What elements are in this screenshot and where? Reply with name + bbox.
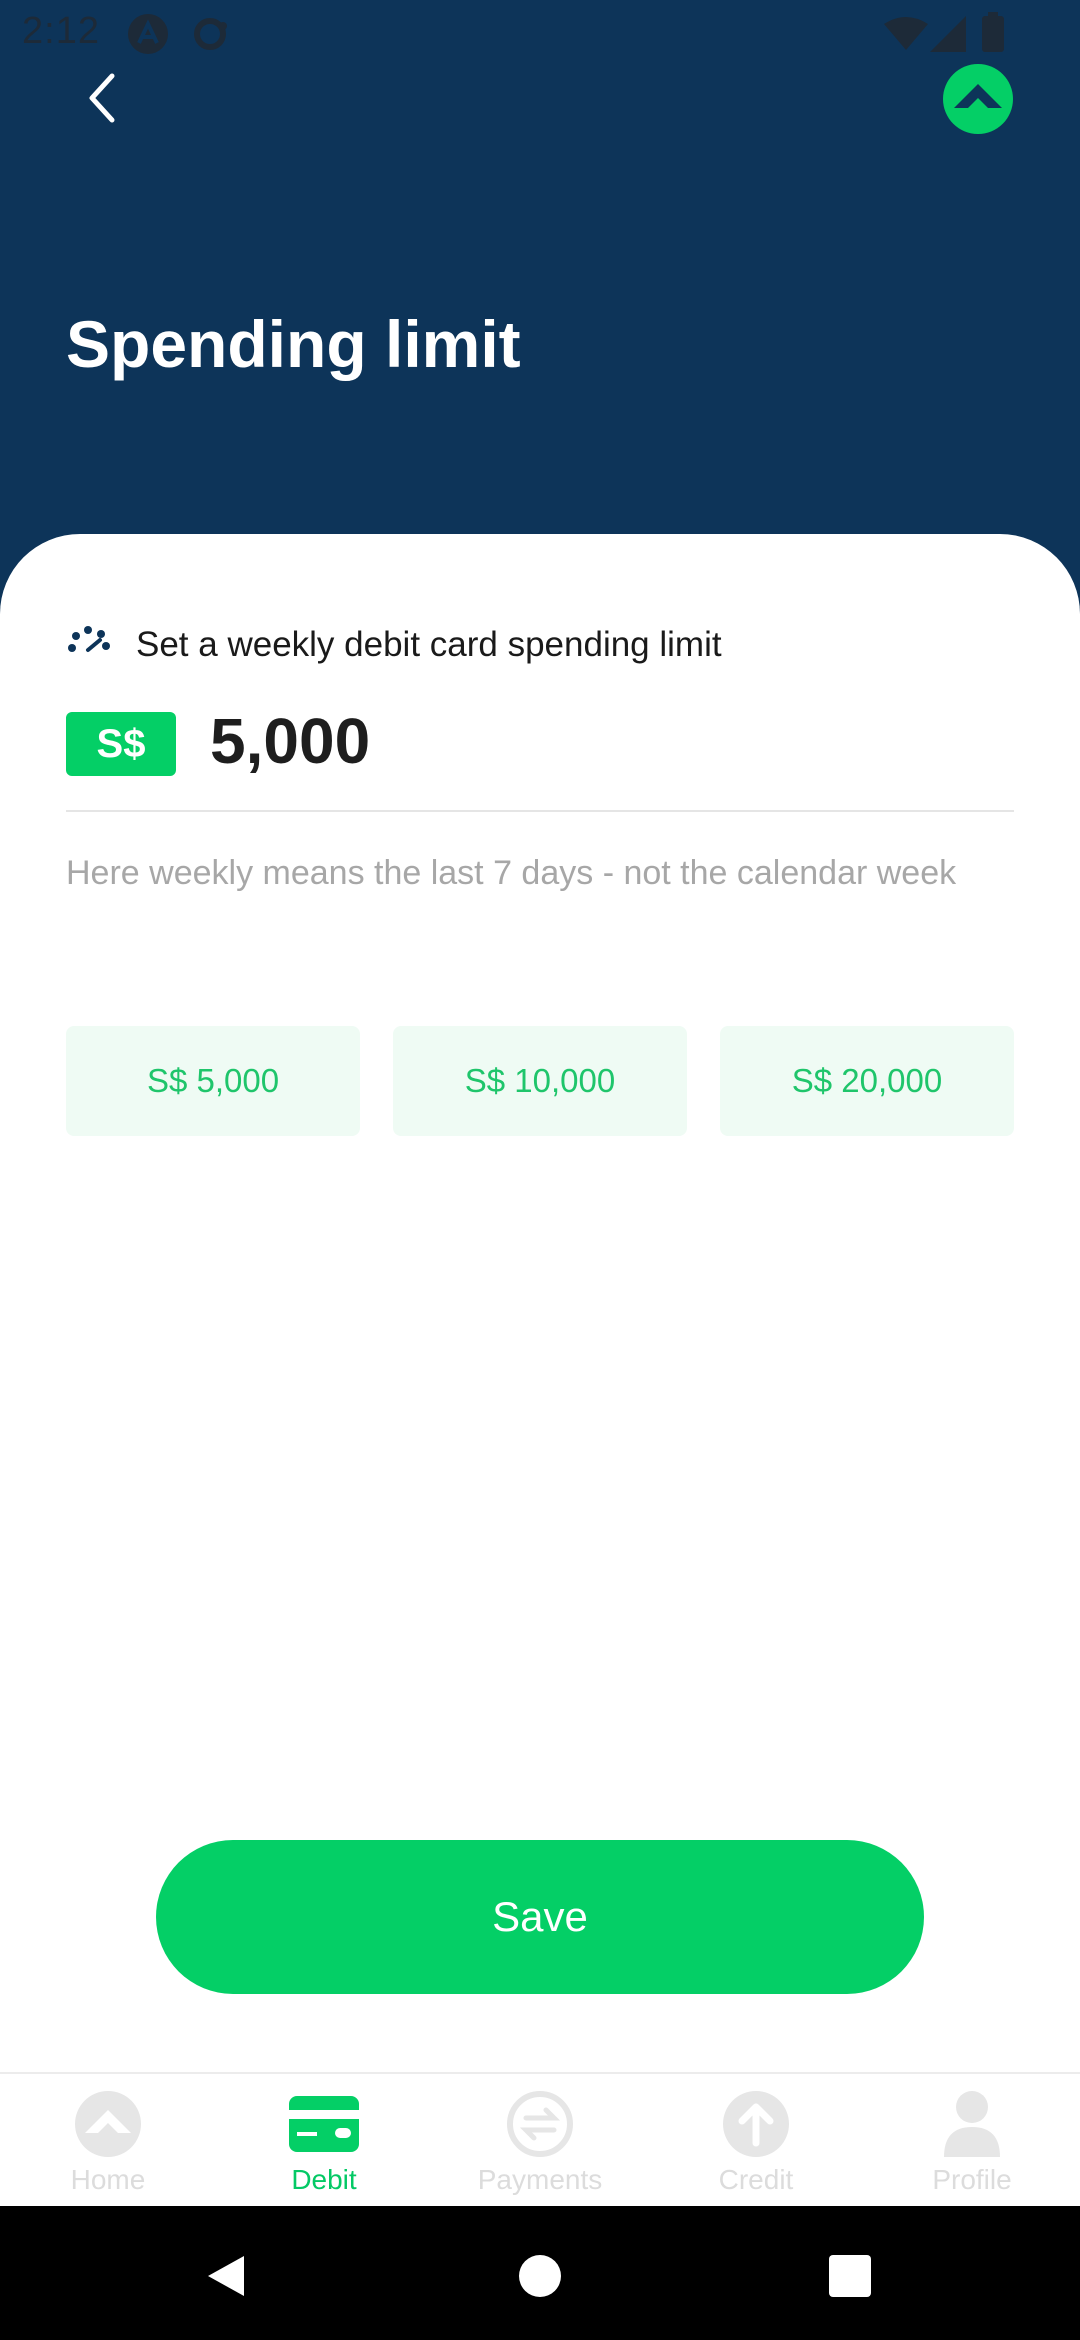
preset-10000-button[interactable]: S$ 10,000 [393, 1026, 687, 1136]
sync-icon [190, 14, 230, 59]
nav-label-home: Home [70, 2164, 146, 2195]
square-recents-icon [829, 2255, 871, 2297]
nav-label-debit: Debit [291, 2164, 357, 2195]
preset-20000-button[interactable]: S$ 20,000 [720, 1026, 1014, 1136]
home-icon [72, 2088, 144, 2160]
save-button[interactable]: Save [156, 1840, 924, 1994]
payments-icon [504, 2088, 576, 2160]
page-title: Spending limit [66, 307, 521, 381]
amount-row: S$ 5,000 [66, 705, 1014, 812]
helper-text: Here weekly means the last 7 days - not … [66, 854, 957, 892]
bottom-nav: Home Debit Payments Credit Profile [0, 2072, 1080, 2206]
nav-item-debit[interactable]: Debit [216, 2074, 432, 2208]
system-home-button[interactable] [500, 2236, 580, 2316]
debit-card-icon [288, 2088, 360, 2160]
content-card: Set a weekly debit card spending limit S… [0, 534, 1080, 2074]
amount-input[interactable]: 5,000 [210, 704, 370, 778]
nav-item-payments[interactable]: Payments [432, 2074, 648, 2208]
brand-logo [940, 64, 1016, 134]
back-button[interactable] [70, 66, 134, 130]
nav-label-profile: Profile [932, 2164, 1012, 2195]
battery-icon [982, 12, 1004, 57]
wifi-icon [884, 16, 928, 57]
cellular-signal-icon [930, 16, 966, 57]
status-time: 2:12 [22, 10, 100, 52]
nav-item-home[interactable]: Home [0, 2074, 216, 2208]
preset-5000-button[interactable]: S$ 5,000 [66, 1026, 360, 1136]
limit-label: Set a weekly debit card spending limit [136, 624, 722, 664]
circle-home-icon [519, 2255, 561, 2297]
header: 2:12 Spending limit [0, 0, 1080, 600]
currency-badge: S$ [66, 712, 176, 776]
profile-icon [936, 2088, 1008, 2160]
nav-label-credit: Credit [718, 2164, 794, 2195]
chevron-left-icon [89, 73, 115, 123]
system-recents-button[interactable] [810, 2236, 890, 2316]
limit-label-row: Set a weekly debit card spending limit [66, 624, 722, 665]
speedometer-icon [66, 624, 112, 665]
triangle-back-icon [208, 2256, 244, 2296]
system-nav-bar [0, 2206, 1080, 2340]
nav-label-payments: Payments [477, 2164, 603, 2195]
status-bar: 2:12 [0, 0, 1080, 66]
app-notification-icon [126, 12, 170, 61]
nav-item-profile[interactable]: Profile [864, 2074, 1080, 2208]
credit-icon [720, 2088, 792, 2160]
nav-item-credit[interactable]: Credit [648, 2074, 864, 2208]
system-back-button[interactable] [186, 2236, 266, 2316]
